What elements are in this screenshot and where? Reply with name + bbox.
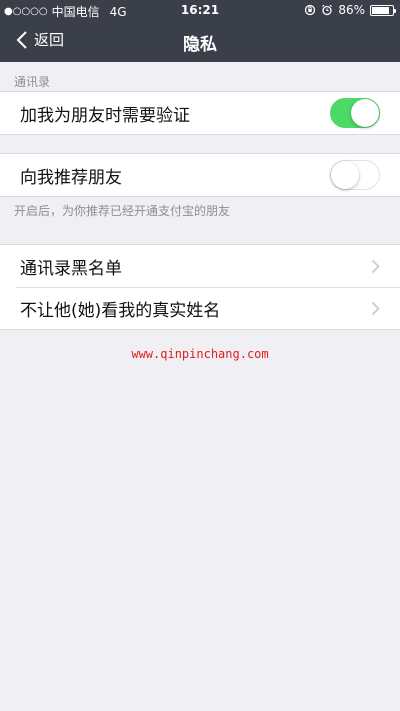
recommend-label: 向我推荐朋友 [20,167,122,188]
verify-group: 加我为朋友时需要验证 [0,91,400,135]
chevron-right-icon [371,259,380,274]
battery-percent: 86% [338,3,365,17]
recommend-group: 向我推荐朋友 [0,153,400,197]
blacklist-group: 通讯录黑名单 不让他(她)看我的真实姓名 [0,244,400,330]
battery-level [372,6,390,14]
blacklist-row[interactable]: 通讯录黑名单 [0,245,400,287]
battery-icon [370,4,396,16]
page-title: 隐私 [183,35,217,55]
verify-row: 加我为朋友时需要验证 [0,92,400,134]
status-bar: ●○○○○ 中国电信 4G 16:21 86% [0,0,400,20]
verify-toggle[interactable] [330,98,380,128]
recommend-row: 向我推荐朋友 [0,154,400,196]
blacklist-label: 通讯录黑名单 [20,258,122,279]
hide-name-label: 不让他(她)看我的真实姓名 [20,300,221,321]
hide-name-row[interactable]: 不让他(她)看我的真实姓名 [0,287,400,329]
toggle-knob [331,161,359,189]
recommend-footnote: 开启后，为你推荐已经开通支付宝的朋友 [14,204,231,218]
alarm-icon [322,4,333,16]
watermark-text: www.qinpinchang.com [131,347,269,361]
chevron-right-icon [371,301,380,316]
toggle-knob [351,99,379,127]
section-header-contacts: 通讯录 [14,75,51,89]
rotation-lock-icon [305,4,316,16]
verify-label: 加我为朋友时需要验证 [20,105,190,126]
status-right: 86% [304,3,396,17]
navigation-bar: 返回 隐私 [0,20,400,62]
recommend-toggle[interactable] [330,160,380,190]
